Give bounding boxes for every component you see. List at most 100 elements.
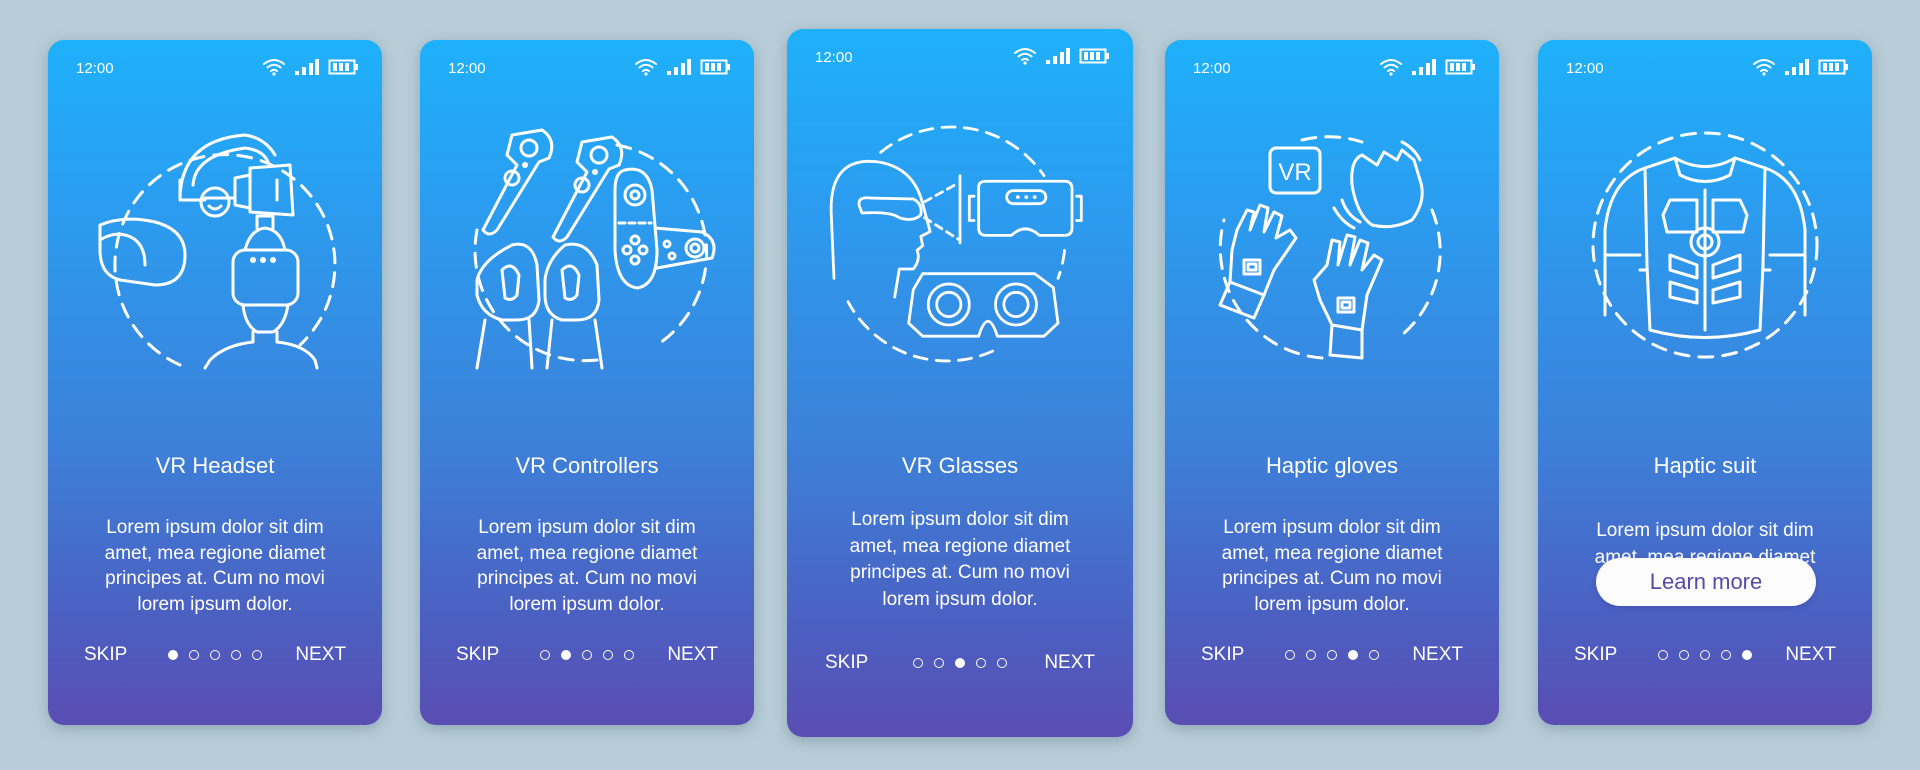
learn-more-button[interactable]: Learn more [1596, 558, 1816, 606]
battery-icon [328, 59, 358, 75]
page-dot-5[interactable] [624, 650, 634, 660]
battery-icon [1818, 59, 1848, 75]
vr-headset-illustration [98, 133, 337, 370]
page-dot-2[interactable] [561, 650, 571, 660]
page-dot-3[interactable] [1327, 650, 1337, 660]
status-bar: 12:00 [1566, 58, 1850, 78]
pagination-dots [540, 650, 634, 660]
page-dot-4[interactable] [1348, 650, 1358, 660]
skip-button[interactable]: SKIP [825, 652, 868, 674]
battery-icon [700, 59, 730, 75]
skip-button[interactable]: SKIP [456, 644, 499, 666]
next-button[interactable]: NEXT [1044, 652, 1095, 674]
page-dot-5[interactable] [252, 650, 262, 660]
page-dot-3[interactable] [210, 650, 220, 660]
status-time: 12:00 [448, 60, 486, 77]
haptic-suit-illustration [1591, 131, 1819, 359]
description-line: lorem ipsum dolor. [1254, 593, 1410, 615]
haptic-gloves-illustration: VR [1218, 135, 1442, 360]
onboarding-screen-vr-controllers: 12:00 VR Controllers Lorem ipsum dolor s… [420, 40, 754, 725]
page-dot-4[interactable] [976, 658, 986, 668]
description-line: amet, mea regione diamet [1221, 542, 1443, 564]
description-line: Lorem ipsum dolor sit dim [478, 517, 696, 538]
screen-title: VR Glasses [901, 453, 1019, 478]
battery-icon [1079, 48, 1109, 64]
page-dot-1[interactable] [168, 650, 178, 660]
signal-icon [1046, 48, 1070, 64]
status-bar: 12:00 [815, 47, 1111, 67]
status-time: 12:00 [815, 49, 853, 66]
pagination-dots [168, 650, 262, 660]
onboarding-screen-haptic-gloves: 12:00 VR Haptic gloves Lorem ipsum dolor… [1165, 40, 1499, 725]
skip-button[interactable]: SKIP [1201, 644, 1244, 666]
status-bar: 12:00 [76, 58, 360, 78]
description-line: principes at. Cum no movi [105, 568, 325, 589]
skip-button[interactable]: SKIP [1574, 644, 1617, 666]
screen-description: Lorem ipsum dolor sit dim amet, mea regi… [78, 515, 352, 617]
onboarding-screen-vr-headset: 12:00 VR Headset Lorem ipsum dolor sit d… [48, 40, 382, 725]
onboarding-nav: SKIP NEXT [1165, 644, 1499, 674]
status-time: 12:00 [1193, 60, 1231, 77]
status-time: 12:00 [76, 60, 114, 77]
page-dot-1[interactable] [1658, 650, 1668, 660]
page-dot-3[interactable] [1700, 650, 1710, 660]
page-dot-3[interactable] [582, 650, 592, 660]
page-dot-5[interactable] [1369, 650, 1379, 660]
page-dot-5[interactable] [1742, 650, 1752, 660]
status-bar: 12:00 [1193, 58, 1477, 78]
screen-title: VR Headset [155, 453, 275, 478]
page-dot-4[interactable] [603, 650, 613, 660]
description-line: principes at. Cum no movi [1222, 568, 1442, 589]
battery-icon [1445, 59, 1475, 75]
page-dot-4[interactable] [231, 650, 241, 660]
page-dot-1[interactable] [913, 658, 923, 668]
next-button[interactable]: NEXT [667, 644, 718, 666]
page-dot-2[interactable] [189, 650, 199, 660]
onboarding-nav: SKIP NEXT [787, 652, 1133, 682]
wifi-icon [1014, 48, 1036, 65]
description-line: lorem ipsum dolor. [137, 593, 293, 615]
next-button[interactable]: NEXT [1412, 644, 1463, 666]
wifi-icon [263, 59, 285, 76]
next-button[interactable]: NEXT [295, 644, 346, 666]
page-dot-4[interactable] [1721, 650, 1731, 660]
description-line: amet, mea regione diamet [104, 542, 326, 564]
page-dot-2[interactable] [1306, 650, 1316, 660]
wifi-icon [1380, 59, 1402, 76]
page-dot-2[interactable] [1679, 650, 1689, 660]
vr-badge-text: VR [1278, 159, 1311, 186]
description-line: Lorem ipsum dolor sit dim [1223, 517, 1441, 538]
description-line: principes at. Cum no movi [477, 568, 697, 589]
vr-glasses-illustration [829, 125, 1083, 363]
status-bar: 12:00 [448, 58, 732, 78]
description-line: Lorem ipsum dolor sit dim [106, 517, 324, 538]
wifi-icon [635, 59, 657, 76]
description-line: Lorem ipsum dolor sit dim [851, 509, 1069, 530]
wifi-icon [1753, 59, 1775, 76]
page-dot-3[interactable] [955, 658, 965, 668]
pagination-dots [1285, 650, 1379, 660]
signal-icon [667, 59, 691, 75]
screen-title: VR Controllers [515, 453, 659, 478]
onboarding-nav: SKIP NEXT [48, 644, 382, 674]
signal-icon [1412, 59, 1436, 75]
screen-description: Lorem ipsum dolor sit dim amet, mea regi… [1195, 515, 1469, 617]
page-dot-5[interactable] [997, 658, 1007, 668]
screen-title: Haptic gloves [1265, 453, 1399, 478]
skip-button[interactable]: SKIP [84, 644, 127, 666]
onboarding-nav: SKIP NEXT [420, 644, 754, 674]
pagination-dots [1658, 650, 1752, 660]
page-dot-2[interactable] [934, 658, 944, 668]
description-line: amet, mea regione diamet [476, 542, 698, 564]
screen-description: Lorem ipsum dolor sit dim amet, mea regi… [817, 507, 1103, 613]
page-dot-1[interactable] [540, 650, 550, 660]
next-button[interactable]: NEXT [1785, 644, 1836, 666]
description-line: Lorem ipsum dolor sit dim [1596, 520, 1814, 541]
signal-icon [1785, 59, 1809, 75]
page-dot-1[interactable] [1285, 650, 1295, 660]
onboarding-screen-haptic-suit: 12:00 Haptic suit Lorem ipsum dolor sit … [1538, 40, 1872, 725]
screen-title: Haptic suit [1653, 453, 1757, 478]
screen-description: Lorem ipsum dolor sit dim amet, mea regi… [450, 515, 724, 617]
description-line: amet, mea regione diamet [849, 535, 1071, 557]
pagination-dots [913, 658, 1007, 668]
